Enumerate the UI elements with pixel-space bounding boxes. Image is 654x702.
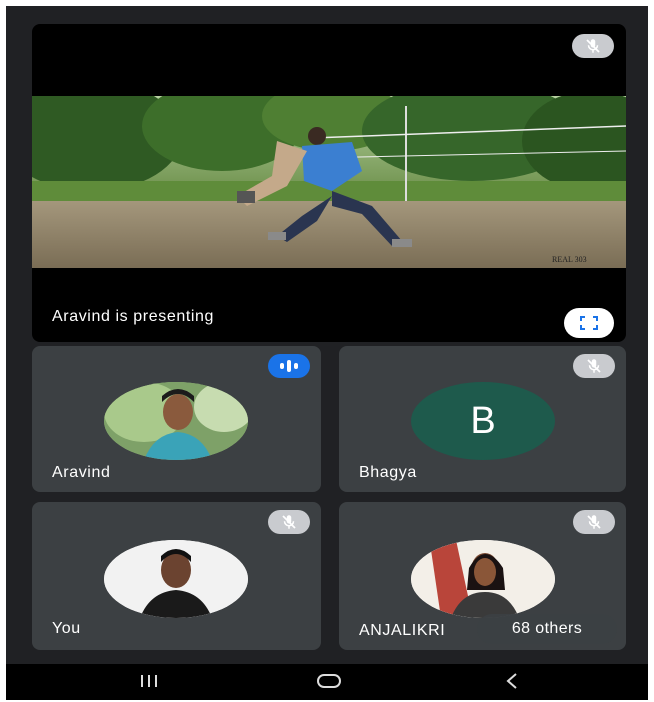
participant-name: Aravind	[52, 464, 111, 481]
recent-apps-button[interactable]	[138, 672, 160, 695]
participant-name: You	[52, 620, 81, 637]
others-count: 68 others	[511, 620, 583, 637]
participant-tile-you[interactable]: You	[32, 502, 321, 650]
presenting-label: Aravind is presenting	[52, 308, 215, 325]
shared-video: REAL 303	[32, 96, 626, 268]
recent-apps-icon	[141, 675, 157, 687]
participant-tile-anjali[interactable]: ANJALIKRI 68 others	[339, 502, 626, 650]
avatar	[104, 540, 248, 618]
participant-name: Bhagya	[359, 464, 417, 481]
meet-call-screen: REAL 303 Aravind is presenting Aravind B…	[6, 6, 648, 700]
system-nav-bar	[6, 664, 648, 700]
mic-off-icon	[573, 510, 615, 534]
video-watermark: REAL 303	[552, 255, 587, 264]
presentation-tile[interactable]: REAL 303 Aravind is presenting	[32, 24, 626, 342]
participant-tile-bhagya[interactable]: B Bhagya	[339, 346, 626, 492]
home-button[interactable]	[316, 672, 342, 695]
participant-tile-aravind[interactable]: Aravind	[32, 346, 321, 492]
back-icon	[506, 673, 517, 689]
mic-off-icon	[573, 354, 615, 378]
back-button[interactable]	[504, 672, 520, 695]
mic-off-icon	[572, 34, 614, 58]
avatar	[411, 540, 555, 618]
avatar	[104, 382, 248, 460]
participant-name: ANJALIKRI	[359, 622, 446, 639]
fullscreen-button[interactable]	[564, 308, 614, 338]
audio-level-icon	[268, 354, 310, 378]
avatar-initial: B	[470, 399, 496, 442]
mic-off-icon	[268, 510, 310, 534]
others-chip[interactable]: 68 others	[477, 614, 617, 644]
home-icon	[317, 674, 341, 688]
fullscreen-icon	[580, 316, 598, 330]
avatar: B	[411, 382, 555, 460]
